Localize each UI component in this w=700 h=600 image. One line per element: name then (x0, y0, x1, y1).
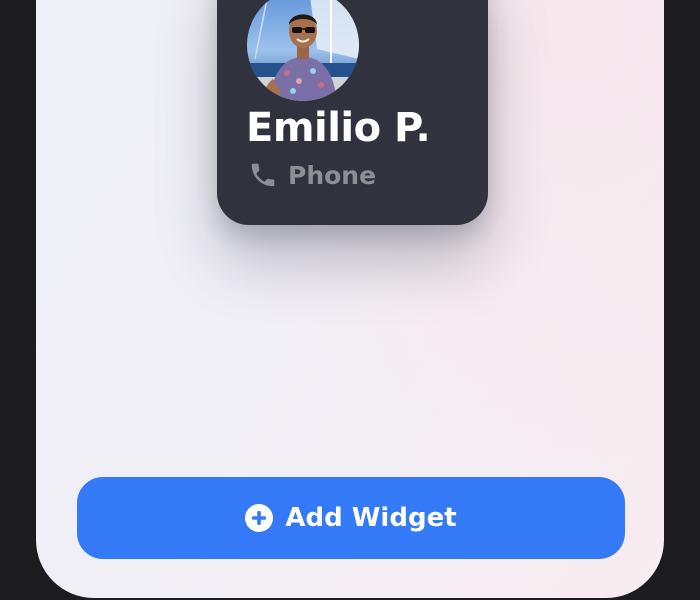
contact-widget-preview[interactable]: Emilio P. Phone (217, 0, 488, 225)
add-widget-button[interactable]: Add Widget (77, 477, 625, 559)
contact-name: Emilio P. (246, 105, 431, 151)
add-widget-label: Add Widget (285, 503, 457, 533)
contact-avatar (247, 0, 359, 101)
plus-circle-icon (245, 504, 274, 532)
service-label: Phone (288, 160, 377, 190)
phone-icon (248, 160, 278, 190)
contact-service: Phone (248, 160, 376, 190)
device-frame: Emilio P. Phone Add Widget (0, 0, 700, 600)
